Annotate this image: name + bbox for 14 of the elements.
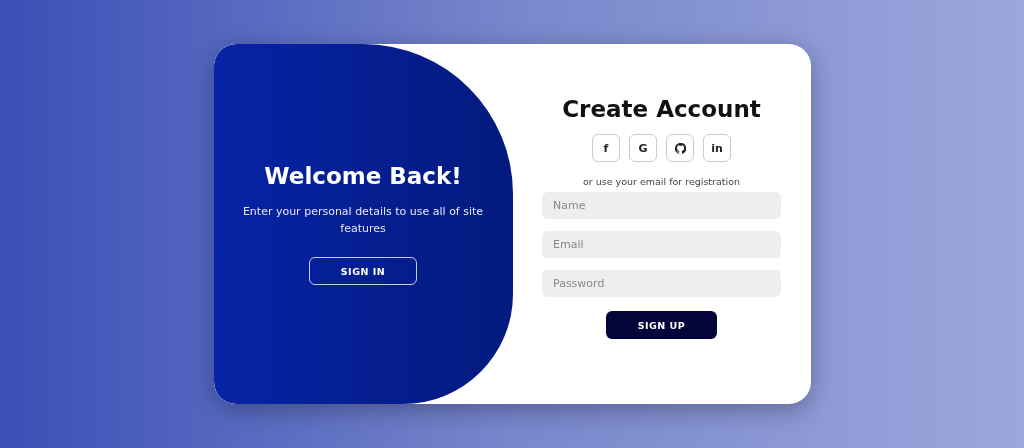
social-button[interactable] bbox=[666, 134, 694, 162]
sign-up-button[interactable]: SIGN UP bbox=[606, 311, 717, 339]
social-button[interactable]: in bbox=[703, 134, 731, 162]
input-field[interactable]: Email bbox=[542, 231, 781, 258]
input-field[interactable]: Password bbox=[542, 270, 781, 297]
social-button[interactable]: f bbox=[592, 134, 620, 162]
welcome-title: Welcome Back! bbox=[264, 163, 462, 189]
social-button[interactable]: G bbox=[629, 134, 657, 162]
input-field[interactable]: Name bbox=[542, 192, 781, 219]
welcome-text: Enter your personal details to use all of site features bbox=[241, 204, 485, 237]
github-icon bbox=[674, 142, 686, 154]
form-title: Create Account bbox=[562, 96, 761, 122]
registration-hint: or use your email for registration bbox=[582, 176, 741, 187]
sign-in-button[interactable]: SIGN IN bbox=[309, 257, 417, 285]
